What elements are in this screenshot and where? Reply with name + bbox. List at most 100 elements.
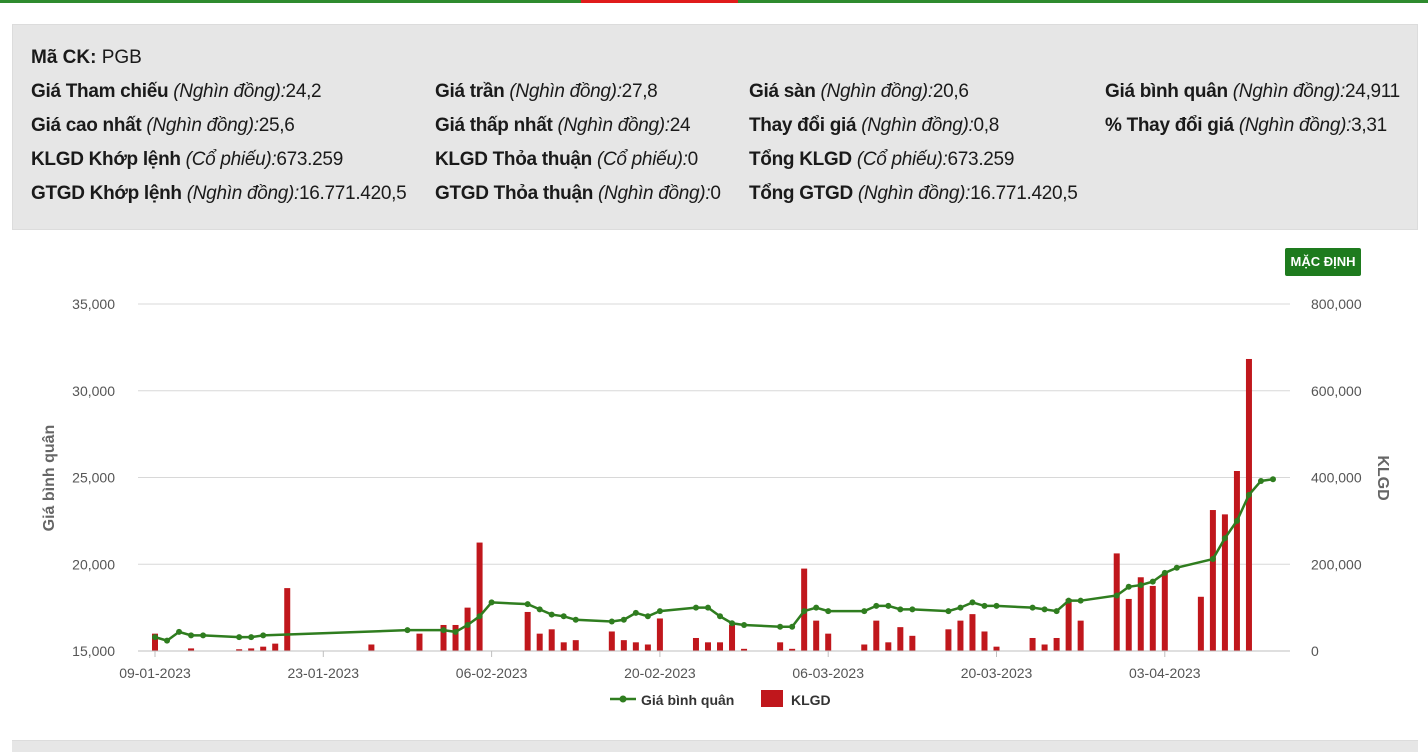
price-point [608, 618, 615, 625]
price-point [1245, 491, 1252, 498]
price-point [176, 628, 183, 635]
price-point [164, 637, 171, 644]
volume-bar [813, 620, 820, 651]
volume-bar [572, 640, 579, 651]
volume-bar [692, 637, 699, 651]
price-point [1137, 582, 1144, 589]
price-point [632, 609, 639, 616]
price-point [1173, 564, 1180, 571]
price-point [1149, 578, 1156, 585]
volume-bar [1161, 572, 1168, 651]
volume-bar [464, 607, 471, 651]
price-point [536, 606, 543, 613]
price-point [969, 599, 976, 606]
volume-bar [873, 620, 880, 651]
price-point [1209, 556, 1216, 563]
volume-bar [1233, 470, 1240, 651]
price-point [789, 623, 796, 630]
price-point [548, 611, 555, 618]
price-point [813, 604, 820, 611]
y-right-axis-title: KLGD [1374, 455, 1391, 500]
price-point [1065, 597, 1072, 604]
x-tick-label: 09-01-2023 [119, 665, 191, 681]
price-point [656, 608, 663, 615]
volume-bar [548, 629, 555, 651]
legend-price-label: Giá bình quân [641, 692, 734, 708]
y-right-tick-label: 800,000 [1311, 296, 1362, 312]
price-point [1270, 476, 1276, 483]
price-point [1125, 583, 1132, 590]
volume-bar [260, 646, 267, 651]
price-point [1053, 608, 1060, 615]
price-point [1113, 592, 1120, 599]
price-point [1257, 477, 1264, 484]
price-point [248, 634, 255, 641]
legend-volume-label: KLGD [791, 692, 831, 708]
price-point [741, 621, 748, 628]
price-point [704, 604, 711, 611]
price-point [452, 628, 459, 635]
price-point [476, 613, 483, 620]
volume-bar [1113, 553, 1120, 651]
y-right-tick-label: 600,000 [1311, 383, 1362, 399]
price-point [404, 627, 411, 634]
price-point [729, 620, 736, 627]
x-tick-label: 03-04-2023 [1129, 665, 1201, 681]
price-point [464, 621, 471, 628]
volume-bar [957, 620, 964, 651]
chart-legend: Giá bình quân KLGD [610, 690, 831, 708]
volume-bar [416, 633, 423, 651]
volume-bar [1065, 598, 1072, 651]
y-left-axis-title: Giá bình quân [41, 425, 58, 532]
price-line [152, 476, 1276, 644]
legend-line-marker [619, 695, 627, 703]
price-point [488, 599, 495, 606]
price-point [620, 616, 627, 623]
volume-bar [560, 642, 567, 651]
volume-bar [1041, 644, 1048, 651]
volume-bar [1149, 585, 1156, 651]
x-tick-label: 06-03-2023 [792, 665, 864, 681]
y-left-tick-label: 35,000 [72, 296, 115, 312]
price-point [861, 608, 868, 615]
volume-bar [476, 542, 483, 651]
volume-bar [704, 642, 711, 651]
volume-bar [981, 631, 988, 651]
price-point [440, 627, 447, 634]
price-point [945, 608, 952, 615]
volume-bar [1245, 358, 1252, 651]
x-tick-label: 20-03-2023 [961, 665, 1033, 681]
y-right-tick-label: 200,000 [1311, 556, 1362, 572]
volume-bar [452, 624, 459, 651]
volume-bar [993, 646, 1000, 651]
price-point [260, 632, 267, 639]
price-point [993, 602, 1000, 609]
volume-bar [1053, 637, 1060, 651]
price-volume-chart: 15,000 20,000 25,000 30,000 35,000 0 200,000 40… [41, 296, 1391, 708]
price-point [1029, 604, 1036, 611]
price-point [236, 634, 243, 641]
price-point [909, 606, 916, 613]
volume-bar [536, 633, 543, 651]
volume-bar [368, 644, 375, 651]
volume-bar [272, 643, 279, 651]
price-point [200, 632, 207, 639]
volume-bar [620, 640, 627, 651]
volume-bar [945, 629, 952, 651]
price-point [897, 606, 904, 613]
volume-bar [284, 588, 291, 651]
volume-bar [717, 642, 724, 651]
y-right-tick-label: 400,000 [1311, 470, 1362, 486]
y-left-tick-label: 15,000 [72, 643, 115, 659]
volume-bar [524, 611, 531, 651]
bottom-panel-edge [12, 740, 1418, 752]
volume-bar [608, 631, 615, 651]
volume-bar [729, 624, 736, 651]
price-point [1041, 606, 1048, 613]
price-point [188, 632, 195, 639]
volume-bar [909, 635, 916, 651]
volume-bar [644, 644, 651, 651]
y-left-tick-label: 30,000 [72, 383, 115, 399]
price-point [885, 602, 892, 609]
price-point [1161, 569, 1168, 576]
